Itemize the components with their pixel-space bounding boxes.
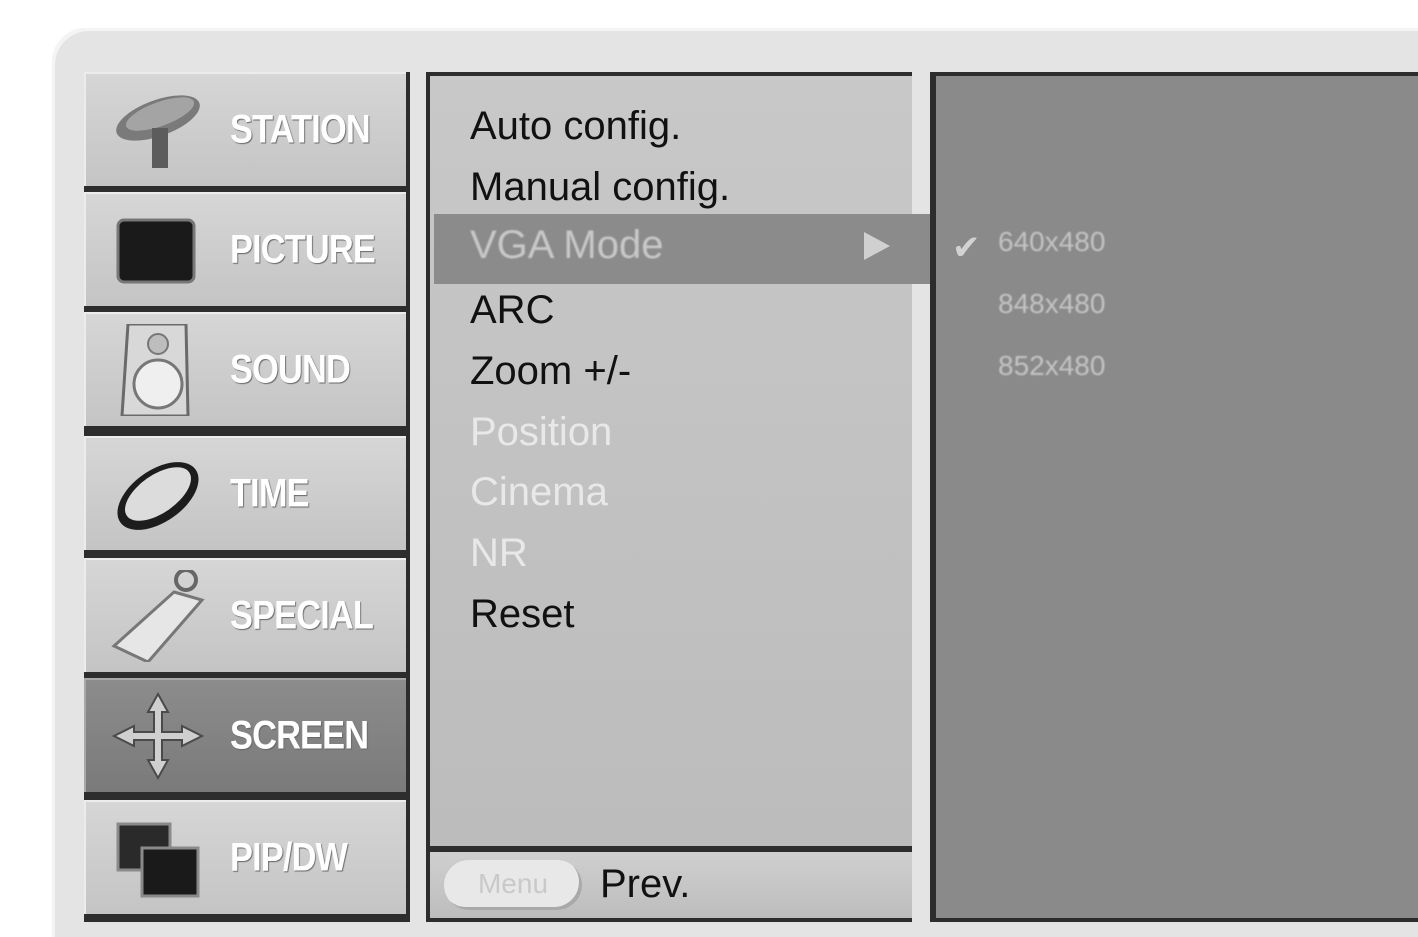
submenu-footer: Menu Prev. xyxy=(430,852,912,918)
category-label: PICTURE xyxy=(230,227,376,272)
clock-icon xyxy=(117,462,199,530)
vga-mode-option[interactable]: 848x480 xyxy=(998,288,1105,320)
menu-button-label: Menu xyxy=(477,868,549,899)
submenu-column: Auto config. Manual config. VGA Mode ARC… xyxy=(426,72,958,922)
category-label: TIME xyxy=(230,471,310,516)
submenu-item-vga-mode[interactable]: VGA Mode xyxy=(470,223,663,268)
submenu-item-zoom[interactable]: Zoom +/- xyxy=(470,349,631,394)
submenu-item-reset[interactable]: Reset xyxy=(470,592,575,637)
vga-mode-option[interactable]: 852x480 xyxy=(998,350,1105,382)
arrow-right-icon xyxy=(864,232,890,260)
pip-windows-icon xyxy=(116,822,200,898)
category-screen[interactable]: SCREEN xyxy=(84,678,406,792)
category-special[interactable]: SPECIAL xyxy=(84,558,406,672)
category-label: SCREEN xyxy=(230,713,369,758)
vga-mode-option[interactable]: 640x480 xyxy=(998,226,1105,258)
category-station[interactable]: STATION xyxy=(84,72,406,186)
submenu-item-manual-config[interactable]: Manual config. xyxy=(470,165,730,210)
move-arrows-icon xyxy=(111,691,205,781)
satellite-dish-icon xyxy=(116,95,200,168)
speaker-icon xyxy=(120,324,190,416)
category-label: PIP/DW xyxy=(230,835,348,880)
submenu-item-position: Position xyxy=(470,410,613,454)
value-column: ✔ 640x480 848x480 852x480 xyxy=(930,72,1418,922)
category-sound[interactable]: SOUND xyxy=(84,312,406,426)
category-label: SPECIAL xyxy=(230,593,374,638)
category-picture[interactable]: PICTURE xyxy=(84,192,406,306)
category-label: STATION xyxy=(230,107,371,152)
menu-button[interactable]: Menu xyxy=(444,860,582,910)
key-tag-icon xyxy=(111,570,205,662)
submenu-item-nr: NR xyxy=(470,531,528,575)
vga-mode-options-panel xyxy=(936,76,1418,918)
category-column: STATION PICTURE SOUND TIME SPECIAL SCREE… xyxy=(84,72,410,922)
submenu-item-auto-config[interactable]: Auto config. xyxy=(470,104,681,149)
tv-screen-icon xyxy=(116,218,196,284)
category-time[interactable]: TIME xyxy=(84,436,406,550)
category-pip[interactable]: PIP/DW xyxy=(84,800,406,914)
category-label: SOUND xyxy=(230,347,351,392)
check-icon: ✔ xyxy=(952,229,981,267)
submenu-item-cinema: Cinema xyxy=(470,470,608,514)
prev-label: Prev. xyxy=(600,862,691,906)
submenu-item-arc[interactable]: ARC xyxy=(470,288,554,333)
